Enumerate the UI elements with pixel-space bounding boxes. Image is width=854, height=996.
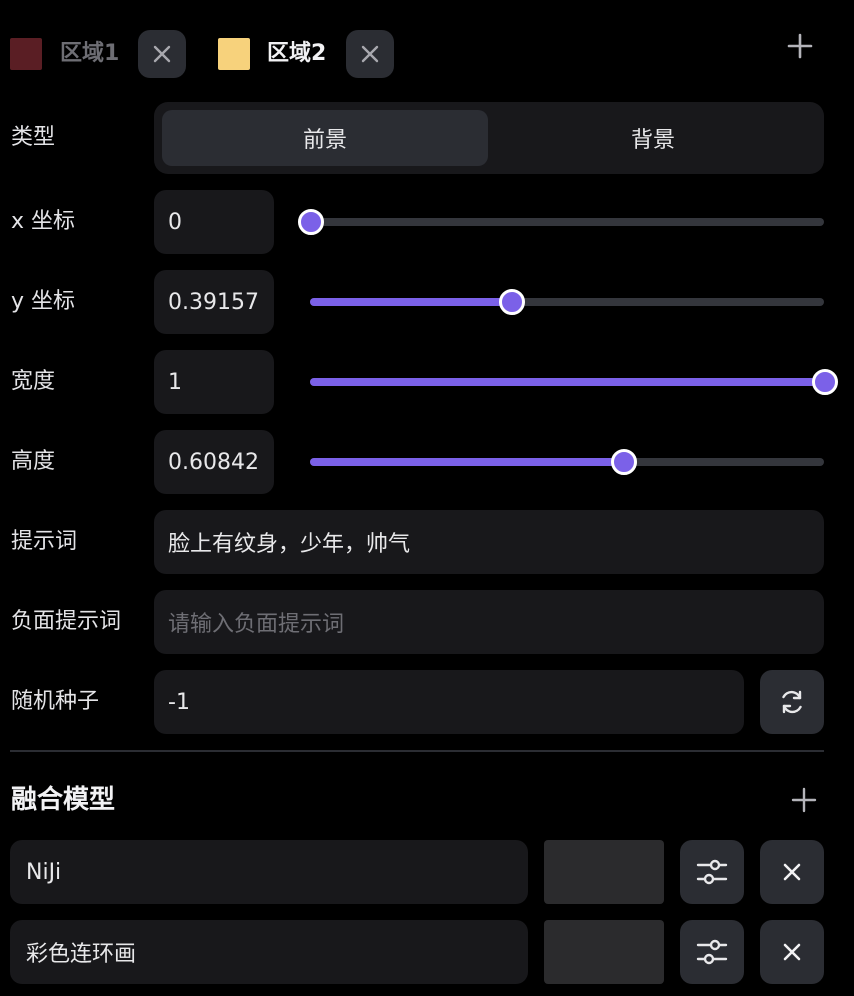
width-label: 宽度 [11,369,56,394]
slider-fill [310,458,623,466]
height-input[interactable]: 0.60842 [154,430,274,494]
prompt-label: 提示词 [11,529,78,554]
width-input[interactable]: 1 [154,350,274,414]
remove-model-button[interactable] [760,920,824,984]
close-icon [153,45,171,63]
width-slider[interactable] [310,369,838,395]
remove-model-button[interactable] [760,840,824,904]
refresh-icon [782,690,802,714]
slider-fill [310,298,512,306]
seed-value: -1 [168,689,190,715]
slider-thumb[interactable] [298,209,324,235]
y-coordinate-label: y 坐标 [11,289,76,314]
model-name-field[interactable]: 彩色连环画 [10,920,528,984]
x-coordinate-slider[interactable] [298,209,824,235]
negative-prompt-input[interactable]: 请输入负面提示词 [154,590,824,654]
x-coordinate-label: x 坐标 [11,209,76,234]
model-weight-field[interactable] [544,920,664,984]
sliders-icon [696,939,728,965]
type-option-foreground[interactable]: 前景 [162,110,488,166]
region-2-close-button[interactable] [346,30,394,78]
seed-label: 随机种子 [11,689,100,714]
model-name: NiJi [26,859,62,885]
height-label: 高度 [11,449,56,474]
type-label: 类型 [11,125,56,150]
x-coordinate-value: 0 [168,209,182,235]
width-value: 1 [168,369,182,395]
region-1-color-swatch[interactable] [10,38,42,70]
seed-input[interactable]: -1 [154,670,744,734]
plus-icon [787,33,813,59]
height-value: 0.60842 [168,449,259,475]
add-model-button[interactable] [786,782,822,818]
fusion-models-title: 融合模型 [11,785,116,815]
close-icon [783,863,801,881]
region-2-color-swatch[interactable] [218,38,250,70]
prompt-value: 脸上有纹身，少年，帅气 [168,532,411,557]
section-divider [10,750,824,752]
slider-fill [310,378,824,386]
region-1-close-button[interactable] [138,30,186,78]
slider-thumb[interactable] [610,449,637,475]
region-1-label[interactable]: 区域1 [60,40,119,68]
prompt-input[interactable]: 脸上有纹身，少年，帅气 [154,510,824,574]
sliders-icon [696,859,728,885]
model-weight-field[interactable] [544,840,664,904]
model-name: 彩色连环画 [26,942,137,967]
close-icon [361,45,379,63]
region-2-label[interactable]: 区域2 [267,40,326,68]
type-option-background[interactable]: 背景 [490,110,816,166]
y-coordinate-value: 0.39157 [168,289,259,315]
type-segmented-control: 前景 背景 [154,102,824,174]
plus-icon [791,787,817,813]
slider-thumb[interactable] [499,289,526,315]
randomize-seed-button[interactable] [760,670,824,734]
x-coordinate-input[interactable]: 0 [154,190,274,254]
height-slider[interactable] [310,449,824,475]
y-coordinate-input[interactable]: 0.39157 [154,270,274,334]
close-icon [783,943,801,961]
model-name-field[interactable]: NiJi [10,840,528,904]
model-settings-button[interactable] [680,840,744,904]
negative-prompt-label: 负面提示词 [11,609,122,634]
model-settings-button[interactable] [680,920,744,984]
y-coordinate-slider[interactable] [310,289,824,315]
negative-prompt-placeholder: 请输入负面提示词 [168,612,345,637]
add-region-button[interactable] [782,28,818,64]
region-editor-panel: 区域1 区域2 类型 前景 背景 x 坐标 0 y 坐标 0.39157 宽度 … [0,0,854,996]
slider-thumb[interactable] [812,369,838,395]
